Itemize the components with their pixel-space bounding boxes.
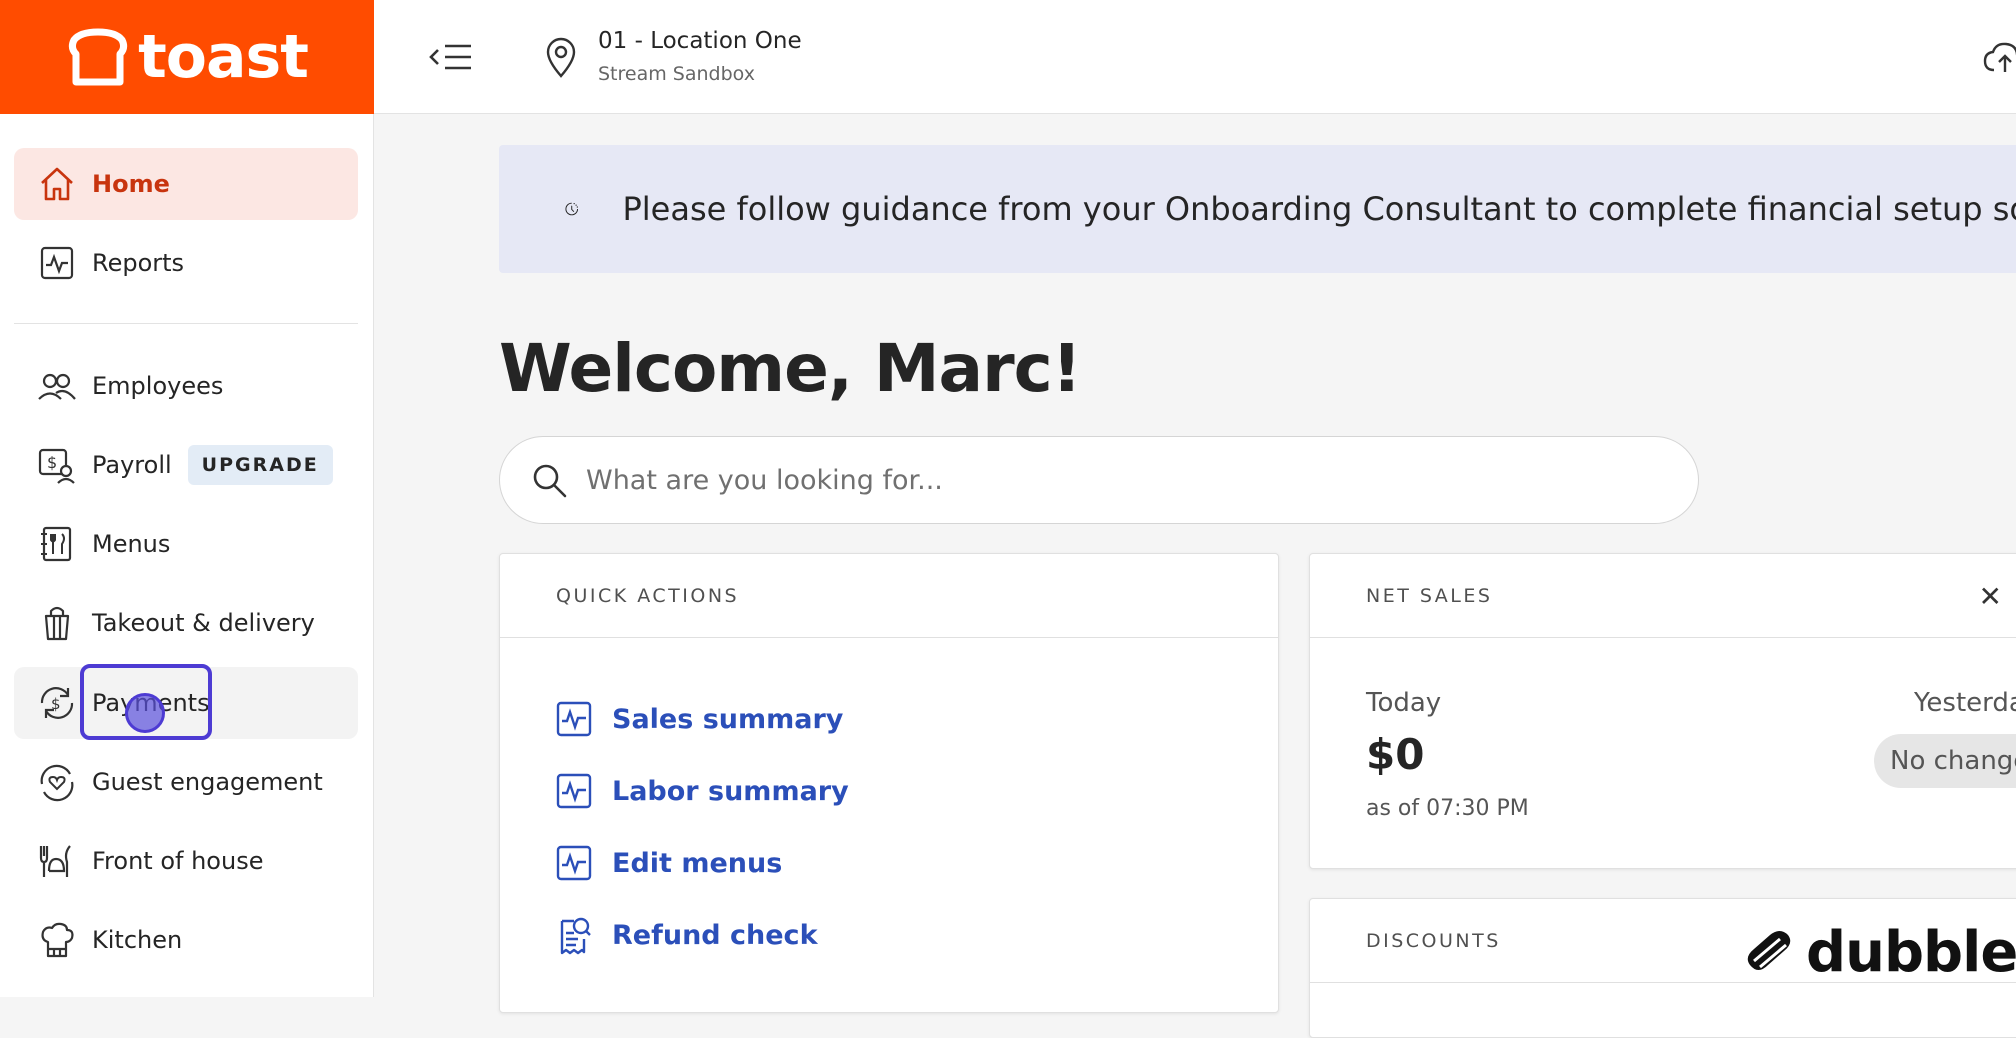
sidebar-item-label: Employees (92, 372, 224, 400)
location-subtitle: Stream Sandbox (598, 63, 755, 85)
toast-logo[interactable]: toast (0, 0, 374, 114)
sidebar-item-employees[interactable]: Employees (14, 350, 358, 422)
quick-action-label: Refund check (612, 919, 818, 951)
cloud-upload-icon[interactable] (1982, 40, 2016, 76)
kitchen-icon (36, 919, 78, 961)
search-bar[interactable] (499, 436, 1699, 524)
sidebar-item-front-of-house[interactable]: Front of house (14, 825, 358, 897)
net-sales-yesterday-label: Yesterda (1914, 688, 2016, 718)
net-sales-change-badge: No change (1874, 734, 2016, 788)
upgrade-badge[interactable]: UPGRADE (187, 445, 333, 485)
sidebar-item-label: Home (92, 170, 170, 198)
location-pin-icon (546, 37, 576, 78)
sidebar-item-label: Menus (92, 530, 171, 558)
chart-icon (556, 773, 592, 809)
dubble-logo-icon (1747, 930, 1791, 970)
employees-icon (36, 365, 78, 407)
search-input[interactable] (586, 464, 1586, 496)
sidebar-item-guest-engagement[interactable]: Guest engagement (14, 746, 358, 818)
front-of-house-icon (36, 840, 78, 882)
collapse-menu-icon (429, 44, 471, 70)
chart-icon (556, 845, 592, 881)
location-name[interactable]: 01 - Location One (598, 28, 802, 54)
sidebar-item-menus[interactable]: Menus (14, 508, 358, 580)
receipt-search-icon (556, 917, 592, 955)
quick-action-labor-summary[interactable]: Labor summary (556, 773, 849, 809)
dubble-watermark: dubble (1740, 920, 2016, 985)
net-sales-as-of: as of 07:30 PM (1366, 796, 1529, 821)
payments-icon: $ (36, 682, 78, 724)
toast-bread-icon (69, 28, 128, 86)
menus-icon (36, 523, 78, 565)
chart-icon (556, 701, 592, 737)
search-icon (533, 464, 567, 498)
svg-text:$: $ (51, 695, 61, 713)
clock-icon (565, 202, 579, 216)
sidebar-item-takeout-delivery[interactable]: Takeout & delivery (14, 587, 358, 659)
close-icon[interactable]: ✕ (1979, 580, 2002, 613)
dubble-wordmark: dubble (1806, 920, 2016, 985)
collapse-sidebar-button[interactable] (428, 38, 474, 76)
quick-actions-title: QUICK ACTIONS (500, 554, 1278, 638)
sidebar-item-label: Payroll (92, 451, 172, 479)
sidebar-item-reports[interactable]: Reports (14, 227, 358, 299)
quick-action-sales-summary[interactable]: Sales summary (556, 701, 843, 737)
quick-action-label: Labor summary (612, 775, 849, 807)
sidebar-item-home[interactable]: Home (14, 148, 358, 220)
sidebar-item-label: Kitchen (92, 926, 183, 954)
net-sales-today-value: $0 (1366, 730, 1425, 779)
takeout-icon (36, 602, 78, 644)
svg-text:$: $ (47, 453, 57, 472)
banner-message: Please follow guidance from your Onboard… (622, 190, 2016, 228)
reports-icon (36, 242, 78, 284)
sidebar-item-label: Front of house (92, 847, 264, 875)
quick-action-label: Edit menus (612, 847, 783, 879)
onboarding-banner: Please follow guidance from your Onboard… (499, 145, 2016, 273)
top-bar: 01 - Location One Stream Sandbox (374, 0, 2016, 114)
home-icon (36, 163, 78, 205)
quick-action-edit-menus[interactable]: Edit menus (556, 845, 782, 881)
net-sales-card: NET SALES ✕ Today $0 as of 07:30 PM Yest… (1309, 553, 2016, 869)
welcome-heading: Welcome, Marc! (499, 330, 1082, 407)
payroll-icon: $ (36, 444, 78, 486)
brand-name: toast (138, 22, 309, 92)
sidebar-item-label: Takeout & delivery (92, 609, 315, 637)
sidebar: toast Home Reports Employees $ Payroll U… (0, 0, 374, 997)
guest-engagement-icon (36, 761, 78, 803)
net-sales-title: NET SALES (1310, 554, 2016, 638)
net-sales-today-label: Today (1366, 688, 1442, 718)
click-indicator (125, 693, 165, 733)
sidebar-divider (14, 323, 358, 324)
sidebar-item-label: Guest engagement (92, 768, 323, 796)
quick-action-refund-check[interactable]: Refund check (556, 917, 818, 955)
quick-actions-card: QUICK ACTIONS Sales summary Labor summar… (499, 553, 1279, 1013)
sidebar-item-kitchen[interactable]: Kitchen (14, 904, 358, 976)
sidebar-item-payroll[interactable]: $ Payroll UPGRADE (14, 429, 358, 501)
quick-action-label: Sales summary (612, 703, 844, 735)
sidebar-item-label: Reports (92, 249, 185, 277)
